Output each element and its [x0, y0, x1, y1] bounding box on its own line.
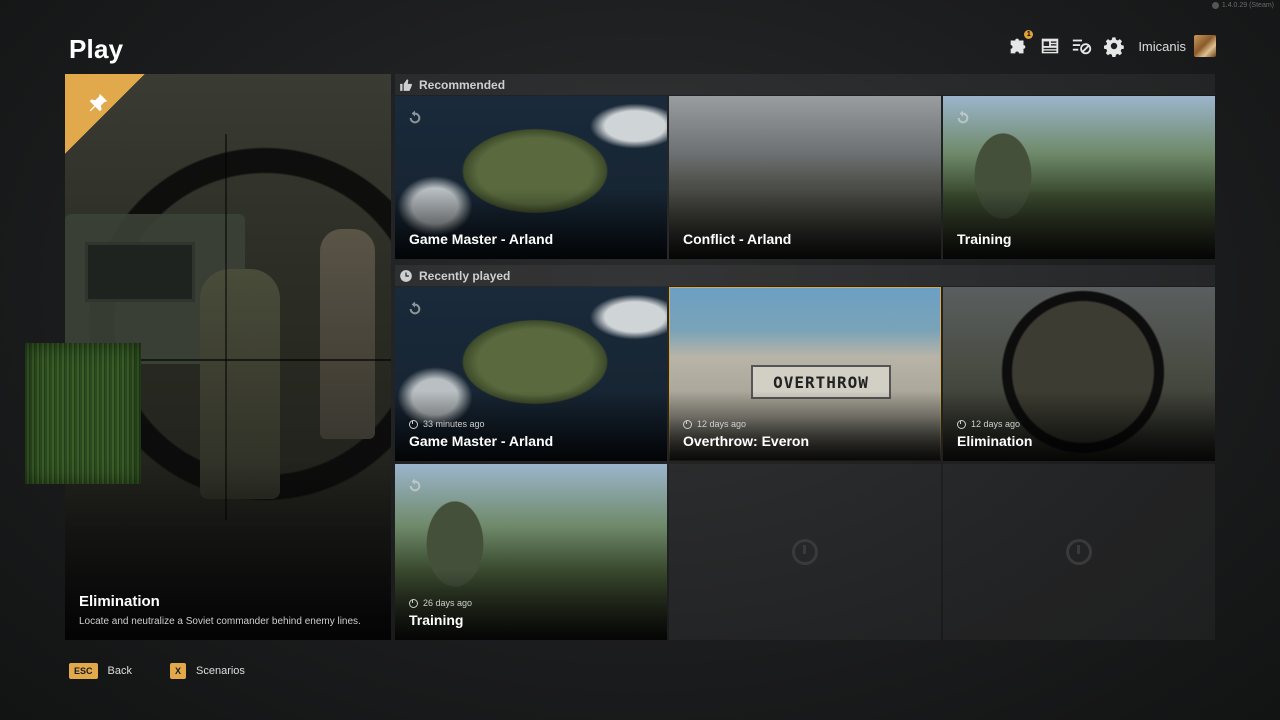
restart-icon — [957, 110, 969, 124]
featured-title: Elimination — [79, 593, 160, 610]
card-title: Training — [957, 231, 1012, 247]
card-title: Conflict - Arland — [683, 231, 792, 247]
recommended-label: Recommended — [419, 77, 506, 92]
featured-art-soldier — [320, 229, 375, 439]
scenarios-button[interactable]: Scenarios — [196, 665, 245, 677]
card-title: Game Master - Arland — [409, 433, 554, 449]
x-key-hint[interactable]: X — [169, 663, 186, 679]
recent-card-elimination[interactable]: 12 days ago Elimination — [943, 287, 1215, 461]
gear-icon[interactable] — [1102, 34, 1126, 58]
username[interactable]: Imicanis — [1138, 39, 1186, 54]
featured-art-window — [85, 242, 195, 302]
esc-key-hint[interactable]: ESC — [69, 663, 98, 679]
page-title: Play — [69, 34, 124, 64]
empty-recent-slot — [943, 464, 1215, 640]
clock-icon — [400, 269, 412, 282]
card-title: Overthrow: Everon — [683, 433, 810, 449]
recently-played-header: Recently played — [395, 265, 1215, 286]
clock-icon — [792, 539, 818, 565]
thumbs-up-icon — [400, 78, 412, 91]
last-played: 12 days ago — [683, 419, 746, 429]
card-title: Training — [409, 612, 464, 628]
recent-card-training[interactable]: 26 days ago Training — [395, 464, 667, 640]
featured-description: Locate and neutralize a Soviet commander… — [79, 616, 361, 627]
card-title: Elimination — [957, 433, 1033, 449]
top-toolbar: 1 Imicanis — [1006, 30, 1216, 58]
clock-icon — [1066, 539, 1092, 565]
footer-hints: ESC Back X Scenarios — [69, 663, 245, 679]
scenario-card-training[interactable]: Training — [943, 96, 1215, 259]
floating-thumbnail — [25, 343, 141, 484]
clock-icon — [683, 419, 692, 429]
clock-icon — [957, 419, 966, 429]
restart-icon — [409, 478, 421, 492]
restart-icon — [409, 110, 421, 124]
news-icon[interactable] — [1038, 34, 1062, 58]
scenario-card-game-master-arland[interactable]: Game Master - Arland — [395, 96, 667, 259]
clock-icon — [409, 419, 418, 429]
card-title: Game Master - Arland — [409, 231, 554, 247]
recent-card-overthrow-everon[interactable]: OVERTHROW 12 days ago Overthrow: Everon — [669, 287, 941, 461]
version-text: 1.4.0.29 (Steam) — [1221, 2, 1274, 9]
recently-played-label: Recently played — [419, 268, 511, 283]
clock-icon — [409, 598, 418, 608]
workshop-icon[interactable]: 1 — [1006, 30, 1034, 58]
last-played: 12 days ago — [957, 419, 1020, 429]
restart-icon — [409, 301, 421, 315]
recent-card-game-master-arland[interactable]: 33 minutes ago Game Master - Arland — [395, 287, 667, 461]
last-played: 33 minutes ago — [409, 419, 485, 429]
pinned-badge — [65, 74, 145, 154]
version-label: 1.4.0.29 (Steam) — [1211, 2, 1274, 9]
server-filter-icon[interactable] — [1070, 34, 1094, 58]
back-button[interactable]: Back — [108, 665, 132, 677]
info-icon — [1211, 2, 1219, 9]
avatar[interactable] — [1194, 35, 1216, 57]
recommended-header: Recommended — [395, 74, 1215, 95]
pin-icon — [89, 93, 108, 112]
empty-recent-slot — [669, 464, 941, 640]
notification-badge: 1 — [1024, 30, 1034, 39]
scenario-card-conflict-arland[interactable]: Conflict - Arland — [669, 96, 941, 259]
last-played: 26 days ago — [409, 598, 472, 608]
